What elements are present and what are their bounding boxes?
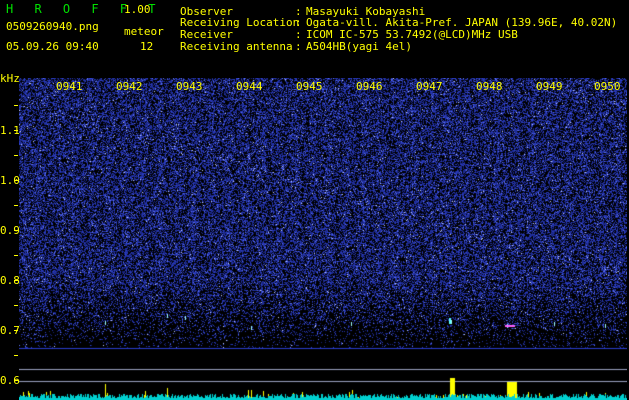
antenna-label: Receiving antenna xyxy=(180,40,293,53)
antenna-value: A504HB(yagi 4el) xyxy=(306,40,412,53)
meteor-count: 12 xyxy=(140,40,154,53)
freq-minor-tick xyxy=(14,255,18,256)
freq-minor-tick xyxy=(14,105,18,106)
time-tick-label: 0946 xyxy=(356,80,383,93)
time-tick-label: 0947 xyxy=(416,80,443,93)
time-tick-label: 0942 xyxy=(116,80,143,93)
freq-major-tick xyxy=(14,230,18,231)
axis-unit: kHz xyxy=(0,72,20,85)
freq-minor-tick xyxy=(14,155,18,156)
freq-major-tick xyxy=(14,330,18,331)
time-tick-label: 0950 xyxy=(594,80,621,93)
time-tick-label: 0945 xyxy=(296,80,323,93)
time-tick-label: 0943 xyxy=(176,80,203,93)
meteor-label: meteor xyxy=(124,25,164,38)
datetime: 05.09.26 09:40 xyxy=(6,40,99,53)
time-tick-label: 0941 xyxy=(56,80,83,93)
freq-major-tick xyxy=(14,180,18,181)
freq-minor-tick xyxy=(14,355,18,356)
freq-minor-tick xyxy=(14,205,18,206)
time-tick-label: 0949 xyxy=(536,80,563,93)
time-tick-label: 0948 xyxy=(476,80,503,93)
freq-major-tick xyxy=(14,380,18,381)
freq-major-tick xyxy=(14,280,18,281)
freq-major-tick xyxy=(14,130,18,131)
time-tick-label: 0944 xyxy=(236,80,263,93)
app-version: 1.00 xyxy=(124,3,151,16)
antenna-colon: : xyxy=(295,40,302,53)
filename: 0509260940.png xyxy=(6,20,99,33)
freq-minor-tick xyxy=(14,305,18,306)
spectrogram-waterfall xyxy=(19,78,627,400)
